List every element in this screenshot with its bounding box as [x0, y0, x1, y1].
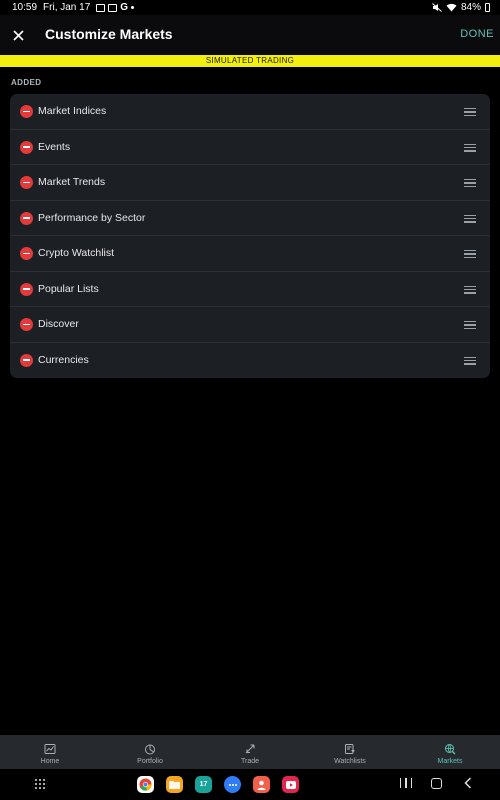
watchlist-icon — [345, 743, 355, 754]
recents-button[interactable] — [400, 778, 412, 790]
list-item-label: Performance by Sector — [38, 211, 146, 224]
markets-list: Market Indices Events Market Trends Perf… — [10, 94, 490, 378]
done-button[interactable]: DONE — [460, 28, 494, 40]
drag-handle-icon[interactable] — [464, 108, 476, 117]
battery-icon — [485, 3, 490, 12]
list-item-label: Crypto Watchlist — [38, 247, 115, 259]
close-icon — [12, 29, 24, 41]
pie-chart-icon — [145, 744, 155, 754]
list-item-discover: Discover — [10, 307, 490, 343]
nav-item-trade[interactable]: Trade — [200, 735, 300, 769]
back-button[interactable] — [464, 777, 472, 790]
list-item-label: Popular Lists — [38, 282, 99, 295]
google-icon: G — [120, 2, 129, 13]
drag-handle-icon[interactable] — [464, 285, 476, 294]
bottom-nav: Home Portfolio Trade Watchlists Markets — [0, 735, 500, 769]
back-arrow-icon — [464, 777, 472, 789]
nav-label: Watchlists — [334, 757, 366, 765]
section-label-added: ADDED — [11, 78, 42, 87]
app-dock: 17 — [137, 776, 299, 793]
more-notifications-icon — [131, 6, 135, 9]
list-item-label: Market Trends — [38, 176, 106, 188]
remove-icon[interactable] — [20, 282, 33, 296]
remove-icon[interactable] — [20, 211, 33, 225]
remove-icon[interactable] — [20, 353, 33, 367]
contacts-icon[interactable] — [253, 776, 270, 793]
status-right: 84% — [432, 2, 490, 13]
list-item-market-trends: Market Trends — [10, 165, 490, 201]
list-item-currencies: Currencies — [10, 343, 490, 379]
remove-icon[interactable] — [20, 247, 33, 260]
nav-label: Markets — [437, 757, 463, 765]
drag-handle-icon[interactable] — [464, 214, 476, 223]
list-item-performance-by-sector: Performance by Sector — [10, 201, 490, 236]
status-time: 10:59 — [12, 2, 38, 13]
nav-item-markets[interactable]: Markets — [400, 735, 500, 769]
simulated-trading-banner: SIMULATED TRADING — [0, 55, 500, 67]
status-left: 10:59 Fri, Jan 17 G — [12, 2, 135, 13]
drag-handle-icon[interactable] — [464, 250, 476, 259]
drag-handle-icon[interactable] — [464, 143, 476, 152]
remove-icon[interactable] — [20, 318, 33, 331]
calendar-icon[interactable]: 17 — [195, 776, 212, 793]
remove-icon[interactable] — [20, 176, 33, 189]
wifi-icon — [446, 3, 457, 12]
status-bar: 10:59 Fri, Jan 17 G 84% — [0, 0, 500, 15]
gallery-icon — [96, 3, 106, 12]
messages-icon[interactable] — [224, 776, 241, 793]
news-icon — [108, 3, 118, 12]
home-button[interactable] — [431, 778, 442, 789]
notification-icons: G — [96, 2, 135, 13]
drag-handle-icon[interactable] — [464, 356, 476, 365]
remove-icon[interactable] — [20, 105, 33, 118]
nav-item-home[interactable]: Home — [0, 735, 100, 769]
drag-handle-icon[interactable] — [464, 179, 476, 188]
chart-icon — [44, 743, 56, 754]
nav-label: Trade — [240, 757, 260, 765]
apps-grid-icon[interactable] — [35, 779, 46, 790]
trade-arrows-icon — [245, 744, 255, 753]
files-icon[interactable] — [166, 776, 183, 793]
globe-search-icon — [445, 743, 456, 754]
drag-handle-icon[interactable] — [464, 321, 476, 330]
list-item-events: Events — [10, 130, 490, 165]
list-item-label: Currencies — [38, 353, 89, 366]
list-item-label: Market Indices — [38, 105, 107, 117]
app-header: Customize Markets DONE — [0, 15, 500, 55]
status-date: Fri, Jan 17 — [43, 2, 91, 13]
nav-label: Home — [40, 757, 60, 765]
calendar-day: 17 — [199, 781, 208, 788]
list-item-crypto-watchlist: Crypto Watchlist — [10, 236, 490, 272]
youtube-icon[interactable] — [282, 776, 299, 793]
battery-percent: 84% — [460, 2, 481, 13]
list-item-label: Discover — [38, 318, 79, 330]
mute-icon — [432, 3, 442, 12]
list-item-label: Events — [38, 140, 71, 153]
list-item-popular-lists: Popular Lists — [10, 272, 490, 307]
list-item-market-indices: Market Indices — [10, 94, 490, 130]
page-title: Customize Markets — [45, 26, 173, 42]
close-button[interactable] — [8, 23, 28, 47]
nav-item-portfolio[interactable]: Portfolio — [100, 735, 200, 769]
chrome-icon[interactable] — [137, 776, 154, 793]
system-nav-bar: 17 — [0, 769, 500, 800]
remove-icon[interactable] — [20, 140, 33, 154]
nav-item-watchlists[interactable]: Watchlists — [300, 735, 400, 769]
nav-label: Portfolio — [137, 757, 163, 765]
